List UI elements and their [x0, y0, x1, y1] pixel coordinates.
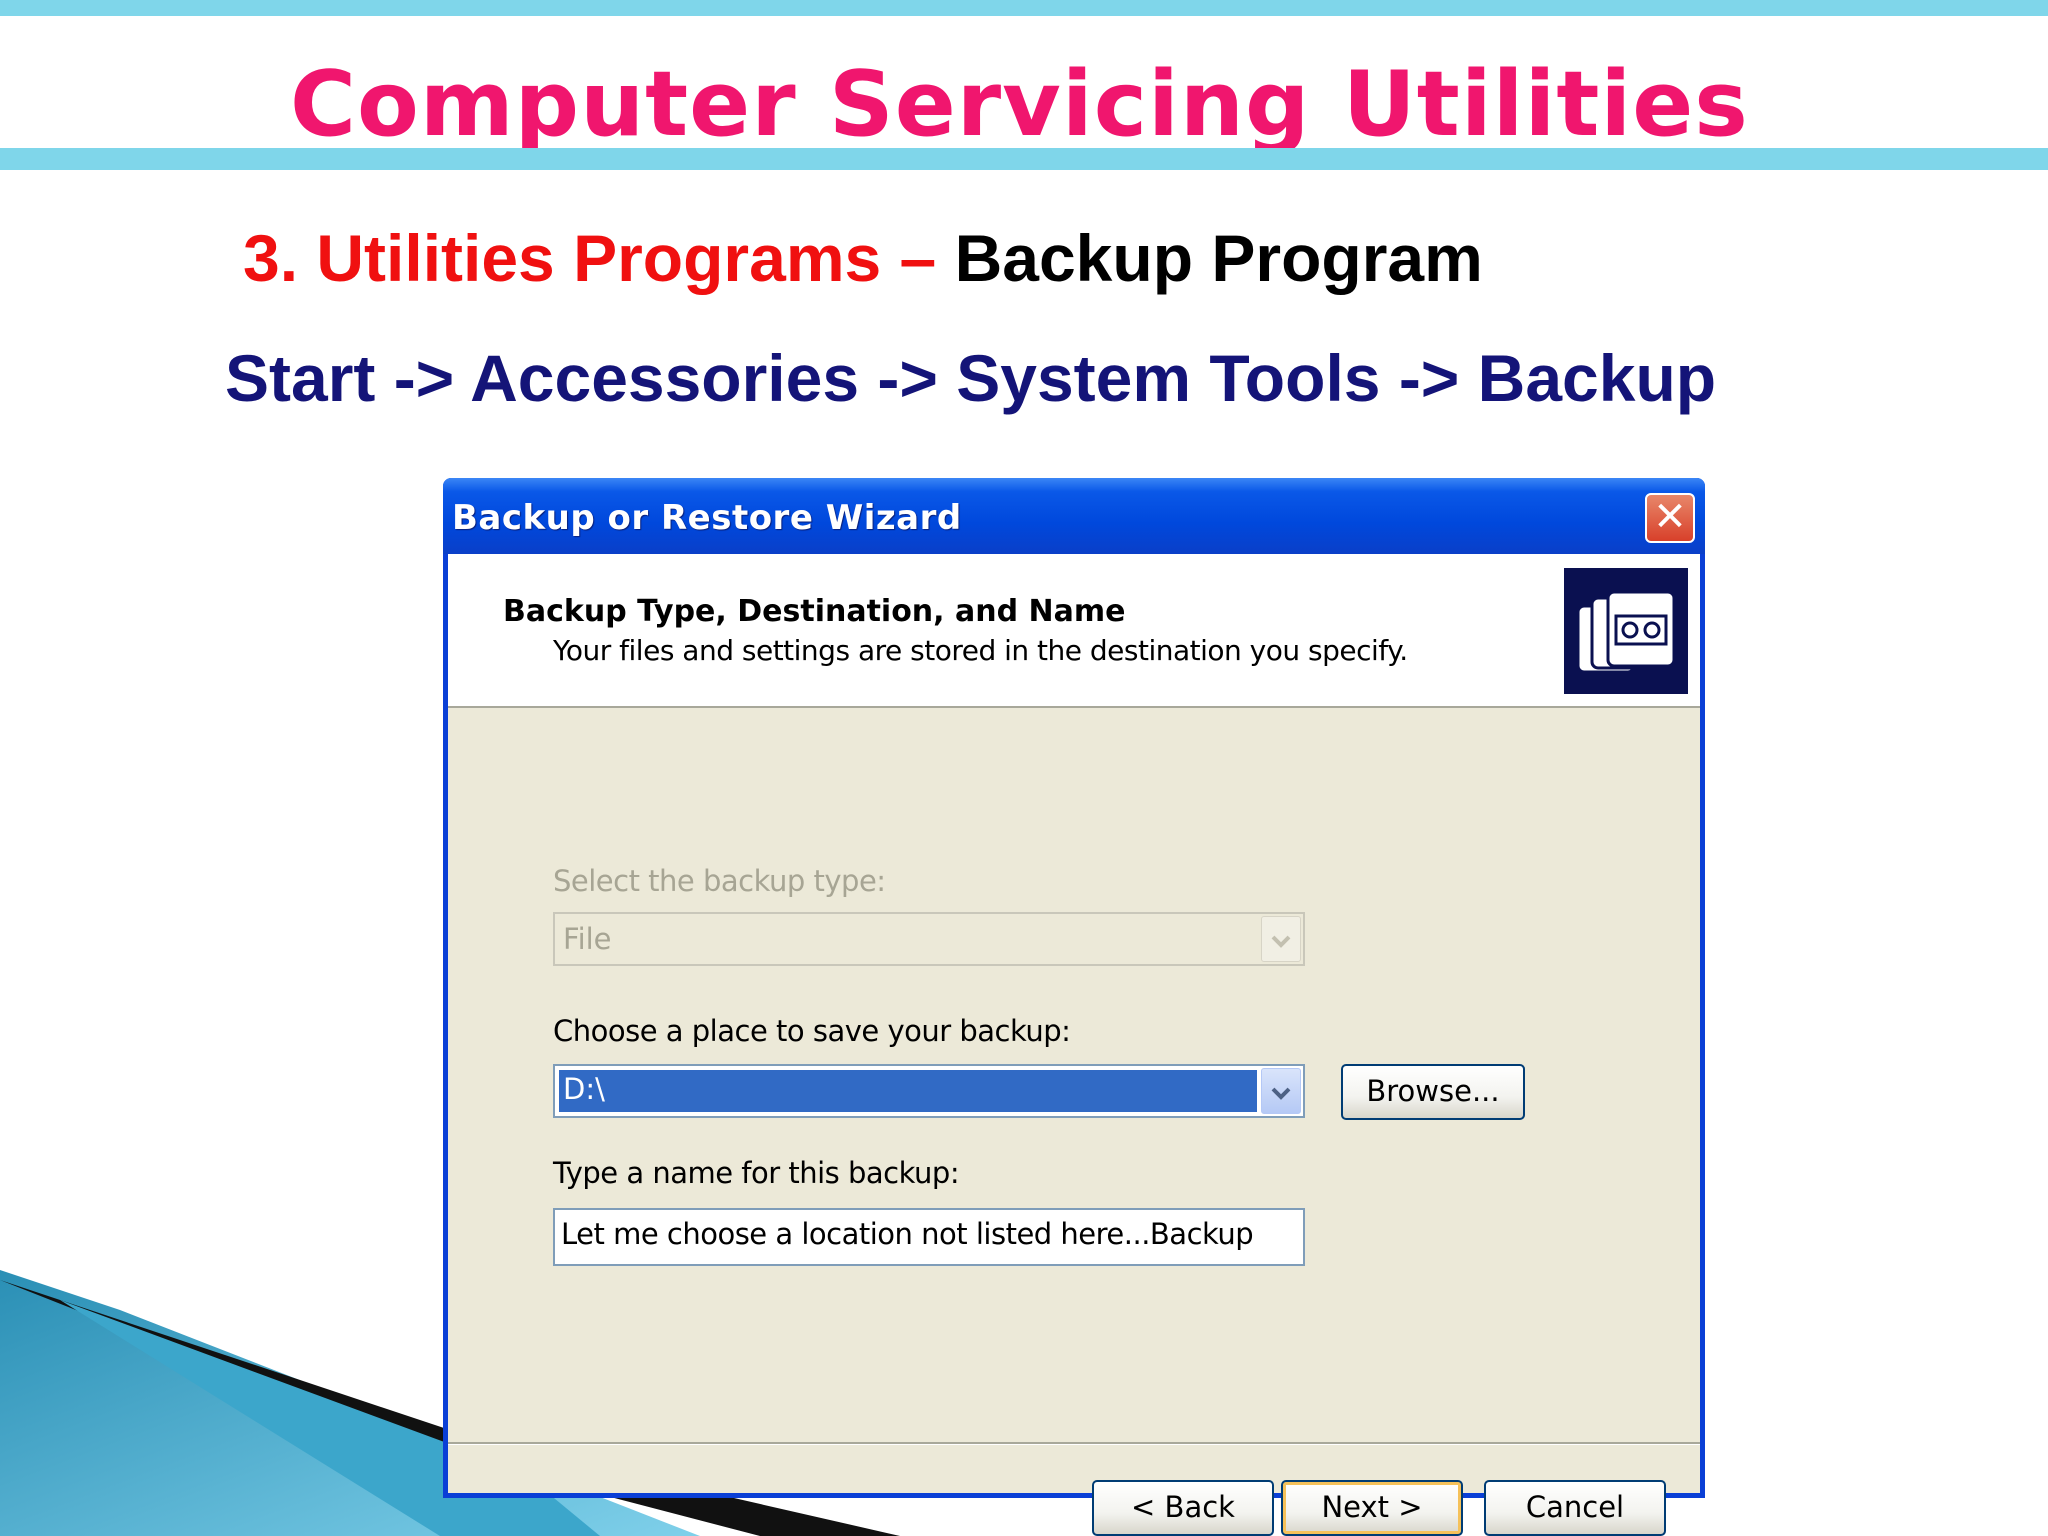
- backup-tapes-icon: [1564, 568, 1688, 694]
- title-underline-bar: [0, 148, 2048, 170]
- destination-value: D:\: [563, 1072, 605, 1106]
- slide-title: Computer Servicing Utilities: [290, 52, 1749, 157]
- slide-subtitle: 3. Utilities Programs – Backup Program: [243, 220, 1483, 296]
- chevron-down-icon: [1261, 916, 1301, 962]
- next-button[interactable]: Next >: [1281, 1480, 1463, 1536]
- backup-name-value: Let me choose a location not listed here…: [561, 1217, 1254, 1251]
- browse-button[interactable]: Browse...: [1341, 1064, 1525, 1120]
- dialog-titlebar[interactable]: Backup or Restore Wizard ✕: [443, 478, 1705, 554]
- destination-label: Choose a place to save your backup:: [553, 1014, 1071, 1048]
- chevron-down-icon[interactable]: [1261, 1068, 1301, 1114]
- wizard-step-description: Your files and settings are stored in th…: [553, 634, 1408, 667]
- menu-path: Start -> Accessories -> System Tools -> …: [225, 341, 1717, 415]
- cancel-button[interactable]: Cancel: [1484, 1480, 1666, 1536]
- close-icon[interactable]: ✕: [1645, 493, 1695, 543]
- backup-type-label: Select the backup type:: [553, 864, 886, 898]
- backup-type-select: File: [553, 912, 1305, 966]
- selection-highlight: [559, 1070, 1257, 1112]
- footer-divider: [448, 1442, 1700, 1445]
- subtitle-section: 3. Utilities Programs –: [243, 221, 937, 295]
- wizard-step-title: Backup Type, Destination, and Name: [503, 594, 1126, 629]
- dialog-client-area: Backup Type, Destination, and Name Your …: [448, 554, 1700, 1536]
- backup-name-label: Type a name for this backup:: [553, 1156, 960, 1190]
- top-accent-bar: [0, 0, 2048, 16]
- backup-restore-wizard-dialog: Backup or Restore Wizard ✕ Backup Type, …: [443, 478, 1705, 1536]
- dialog-title: Backup or Restore Wizard: [452, 498, 962, 538]
- backup-type-value: File: [563, 922, 612, 956]
- back-button[interactable]: < Back: [1092, 1480, 1274, 1536]
- destination-select[interactable]: D:\: [553, 1064, 1305, 1118]
- backup-name-input[interactable]: Let me choose a location not listed here…: [553, 1208, 1305, 1266]
- wizard-header: Backup Type, Destination, and Name Your …: [448, 554, 1700, 708]
- subtitle-topic: Backup Program: [954, 221, 1483, 295]
